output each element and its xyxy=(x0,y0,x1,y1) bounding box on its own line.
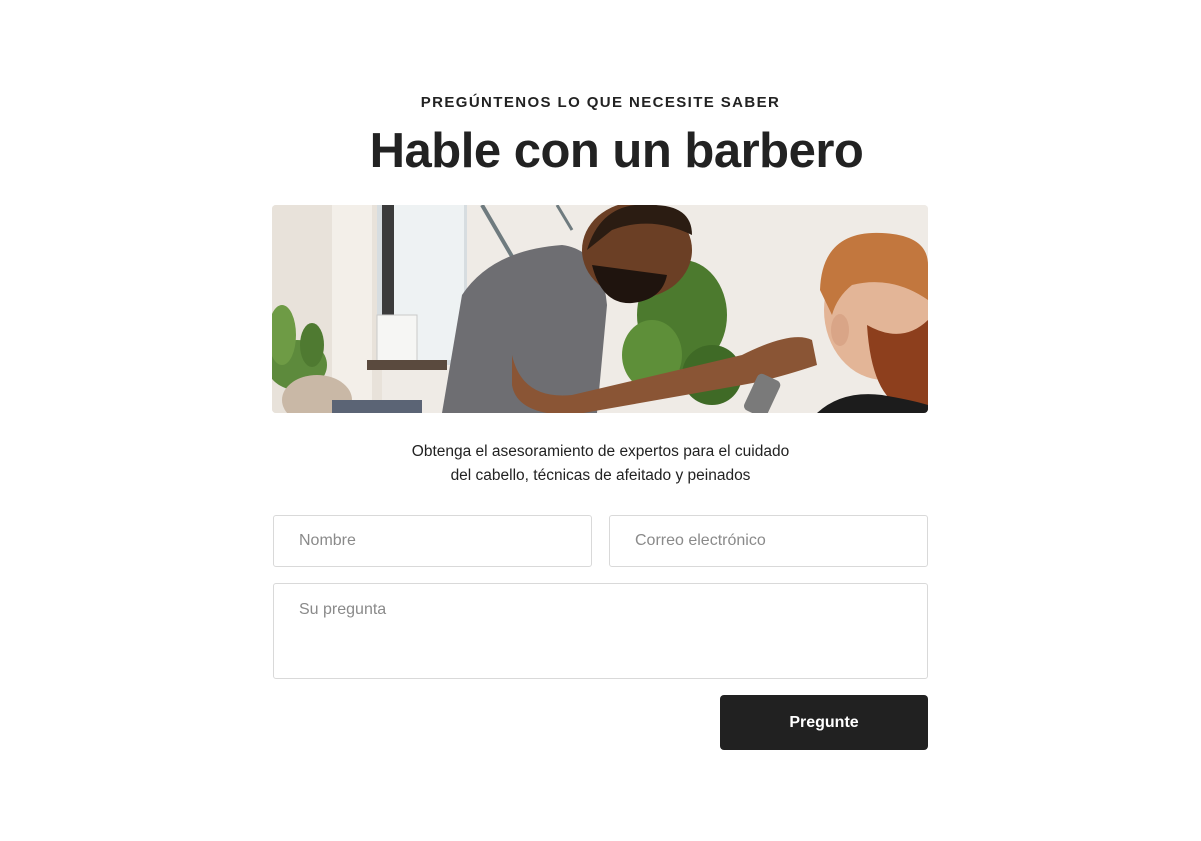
intro-line-1: Obtenga el asesoramiento de expertos par… xyxy=(411,443,790,460)
hero-image xyxy=(272,205,928,413)
intro-line-2: del cabello, técnicas de afeitado y pein… xyxy=(450,467,751,484)
question-textarea[interactable] xyxy=(273,583,928,679)
eyebrow-text: PREGÚNTENOS LO QUE NECESITE SABER xyxy=(420,94,781,111)
email-input[interactable] xyxy=(609,515,928,567)
page-title: Hable con un barbero xyxy=(369,124,864,178)
name-input[interactable] xyxy=(273,515,592,567)
page: PREGÚNTENOS LO QUE NECESITE SABER Hable … xyxy=(0,0,1201,841)
intro-text: Obtenga el asesoramiento de expertos par… xyxy=(0,440,1201,488)
submit-button[interactable]: Pregunte xyxy=(720,695,928,750)
